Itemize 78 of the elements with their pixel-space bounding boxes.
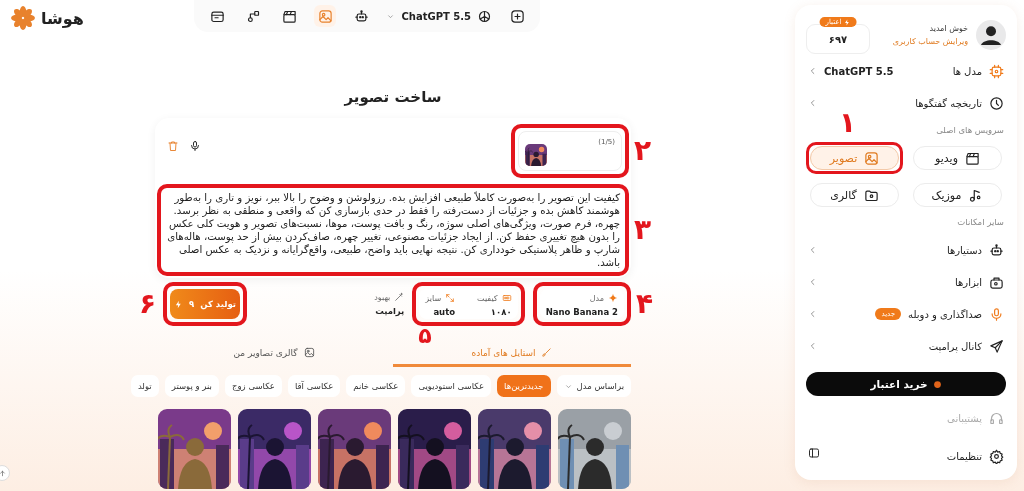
menu-item[interactable]: تنظیمات [944,440,1006,472]
chevron-icon [808,309,818,319]
collapse-sidebar-button[interactable] [806,446,820,460]
chevron-icon [808,98,818,108]
microphone-icon [989,306,1004,322]
option-label: بهبود [374,292,391,302]
microphone-button[interactable] [189,140,201,152]
logo-text: هوشا [41,8,84,28]
headset-icon [989,410,1004,426]
new-chat-icon [509,8,525,24]
clapperboard-icon [281,8,297,24]
annotation-number: ۱ [839,109,857,137]
annotation-number: ۳ [633,216,651,244]
menu-item[interactable]: دستیارها [806,234,1006,266]
chevron-icon [808,277,818,287]
annotation-number: ۶ [139,290,157,318]
shapes-icon [245,8,261,24]
greeting-text: خوش امدید [928,24,968,33]
magic-wand-icon [394,292,405,302]
sparkle-icon [608,293,618,303]
avatar-icon [976,20,1006,50]
coin-icon [932,379,942,389]
hd-icon [501,293,512,303]
option-value: پرامپت [375,306,405,316]
annotation-number: ۴ [635,290,653,318]
service-button[interactable]: ویدیو [913,146,1002,170]
robot-icon [989,242,1004,258]
enhance-prompt-button[interactable]: بهبود پرامپت [374,292,405,316]
image-icon [864,150,880,166]
filter-chip[interactable]: عکاسی زوج [225,375,282,397]
chevron-icon [808,245,818,255]
option-value: Nano Banana 2 [545,307,618,317]
option-label: سایز [425,293,442,303]
filter-chip[interactable]: عکاسی آقا [287,375,341,397]
image-icon [317,8,333,24]
model-selector[interactable]: ChatGPT 5.5 [386,8,492,24]
sidebar-panel-icon [808,447,820,459]
menu-item[interactable]: ابزارها [806,266,1006,298]
clock-icon [989,95,1004,111]
annotation-number: ۲ [633,137,651,165]
filter-chip[interactable]: تولد [130,375,159,397]
current-model-label: ChatGPT 5.5 [824,65,894,77]
credit-value: ۶۹۷ [828,33,848,45]
menu-item[interactable]: کانال پرامپت [806,330,1006,362]
option-value: auto [433,307,456,317]
chevron-icon [808,66,818,76]
up-arrow-icon [0,468,7,478]
logo-icon [10,5,36,31]
section-title: سرویس های اصلی [935,125,1004,135]
delete-button[interactable] [167,140,179,152]
sort-dropdown[interactable]: براساس مدل [556,375,631,397]
chip-icon [989,63,1004,79]
option-value: ۱۰۸۰ [490,307,512,317]
image-icon [303,347,315,358]
service-button[interactable]: گالری [810,183,899,207]
gear-icon [989,448,1004,464]
trash-icon [167,140,179,152]
page-title: ساخت تصویر [343,88,443,108]
bolt-icon [843,18,851,26]
buy-credit-button[interactable]: خرید اعتبار [806,372,1006,396]
cost-value: ۹ [189,299,195,309]
robot-icon [353,8,369,24]
tab[interactable]: گالری تصاویر من [155,341,393,367]
brush-icon [541,347,553,358]
option-label: مدل [589,293,604,303]
clapperboard-icon [964,150,980,166]
paper-plane-icon [989,338,1004,354]
service-button[interactable]: موزیک [913,183,1002,207]
section-title: سایر امکانات [956,217,1004,227]
prompt-input[interactable]: کیفیت این تصویر را به‌صورت کاملاً طبیعی افزایش بده. رزولوشن و وضوح را بالا ببر، نویز و تاری را به‌طور هوشمند کاهش بده و جزئیات از دست‌رفته را فقط در حدی بازسازی کن که واقعی و منطقی به نظر برسد. چهره، فرم صورت، ویژگی‌های اصلی سوژه، رنگ و بافت پوست، موها، نسبت‌های تصویر و هویت کلی عکس را بدون هیچ تغییری حفظ کن. از ایجاد جزئیات مصنوعی، تغییر چهره، صاف‌کردن بیش از حد پوست، هاله‌های شارپ و ظاهر پلاستیکی خودداری کن. نتیجه نهایی باید واضح، طبیعی، واقع‌گرایانه و نزدیک به عکس اصلی باشد. [164,191,622,269]
filter-chip[interactable]: بنر و پوستر [164,375,219,397]
expand-icon [445,293,456,303]
microphone-icon [189,140,201,152]
chevron-icon [808,341,818,351]
filter-chip[interactable]: عکاسی خانم [346,375,406,397]
setting-button[interactable]: کیفیت ۱۰۸۰ [477,293,512,317]
filter-chip[interactable]: عکاسی استودیویی [411,375,492,397]
option-label: کیفیت [477,293,498,303]
